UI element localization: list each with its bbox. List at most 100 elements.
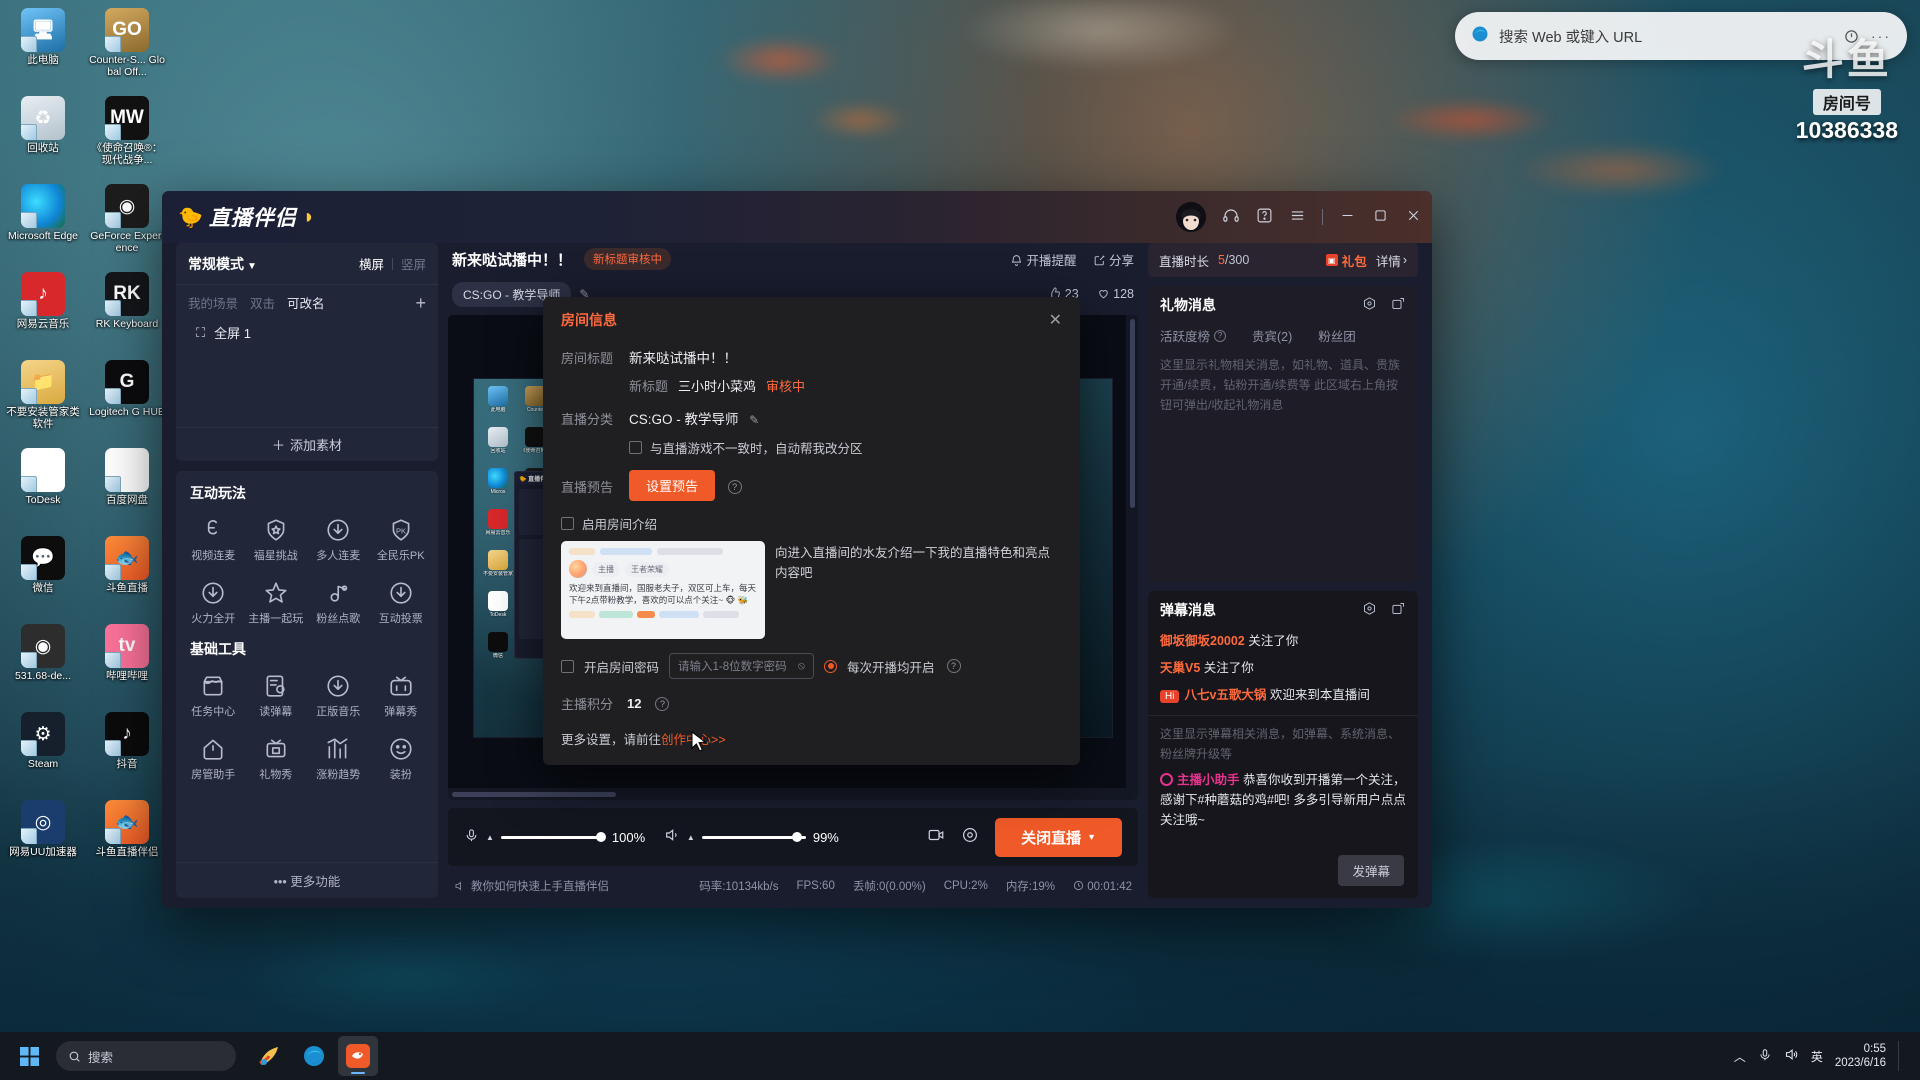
add-scene-icon[interactable]: +	[415, 294, 426, 312]
tool-shield-star[interactable]: 福星挑战	[245, 511, 308, 568]
desktop-icon-logitech-g-hub[interactable]: G Logitech G HUB	[88, 356, 166, 442]
chevron-up-icon[interactable]: ︿	[1734, 1048, 1746, 1065]
desktop-icon-bilibili[interactable]: tv 哔哩哔哩	[88, 620, 166, 706]
more-functions-button[interactable]: ••• 更多功能	[176, 862, 438, 890]
eye-off-icon[interactable]: ⦸	[798, 660, 805, 673]
speaker-volume-slider[interactable]	[701, 832, 806, 842]
orientation-toggle[interactable]: 横屏 竖屏	[359, 254, 426, 273]
tool-smiley[interactable]: 装扮	[370, 730, 433, 787]
mic-volume-slider[interactable]	[500, 832, 606, 842]
gift-pack-button[interactable]: ▣ 礼包	[1325, 251, 1367, 270]
orientation-landscape[interactable]: 横屏	[359, 254, 384, 273]
desktop-icon-this-pc[interactable]: 🖥 此电脑	[4, 4, 82, 90]
start-button[interactable]	[6, 1036, 52, 1076]
preview-hscrollbar[interactable]	[448, 788, 1138, 800]
desktop-icon-folder-no-guard[interactable]: 📁 不要安装管家类软件	[4, 356, 82, 442]
avatar[interactable]	[1176, 202, 1206, 232]
tool-mic-link[interactable]: 视频连麦	[182, 511, 245, 568]
enable-password-checkbox[interactable]	[561, 659, 574, 673]
tool-download-circle[interactable]: 多人连麦	[307, 511, 370, 568]
help-icon[interactable]	[1256, 207, 1273, 227]
tool-shop[interactable]: 任务中心	[182, 667, 245, 724]
detail-link[interactable]: 详情 ›	[1376, 251, 1407, 270]
target-icon[interactable]	[1362, 601, 1377, 619]
desktop-icon-recycle-bin[interactable]: ♻ 回收站	[4, 92, 82, 178]
desktop-icon-microsoft-edge[interactable]: Microsoft Edge	[4, 180, 82, 266]
desktop-icon-nvidia-driver[interactable]: ◉ 531.68-de...	[4, 620, 82, 706]
volume-icon[interactable]	[1784, 1047, 1799, 1065]
tool-read-danmaku[interactable]: 读弹幕	[245, 667, 308, 724]
taskbar-search[interactable]: 搜索	[56, 1041, 236, 1071]
desktop-icon-netease-music[interactable]: ♪ 网易云音乐	[4, 268, 82, 354]
scene-item-fullscreen[interactable]: ⛶ 全屏 1	[176, 316, 438, 349]
notify-button[interactable]: 开播提醒	[1010, 250, 1077, 269]
tool-download-circle[interactable]: 正版音乐	[307, 667, 370, 724]
popout-icon[interactable]	[1391, 296, 1406, 314]
show-desktop-button[interactable]	[1898, 1041, 1904, 1071]
gift-tab-2[interactable]: 粉丝团	[1318, 326, 1356, 345]
intro-checkbox-row[interactable]: 启用房间介绍	[561, 514, 1062, 533]
taskbar-apps[interactable]	[250, 1036, 378, 1076]
help-icon[interactable]: ?	[946, 659, 961, 673]
microphone-icon[interactable]	[1758, 1048, 1772, 1065]
headset-icon[interactable]	[1222, 207, 1240, 228]
gift-tabs[interactable]: 活跃度榜? 贵宾(2) 粉丝团	[1148, 324, 1418, 355]
titlebar-right[interactable]	[1176, 202, 1422, 232]
microphone-control[interactable]: ▲ 100%	[464, 828, 648, 847]
tool-download-circle[interactable]: 互动投票	[370, 574, 433, 631]
settings-icon[interactable]	[961, 826, 979, 849]
desktop-icon-baidu-netdisk[interactable]: ☁ 百度网盘	[88, 444, 166, 530]
auto-switch-row[interactable]: 与直播游戏不一致时，自动帮我改分区	[629, 438, 1062, 457]
tool-tv[interactable]: 弹幕秀	[370, 667, 433, 724]
minimize-icon[interactable]	[1339, 207, 1356, 227]
stream-header-actions[interactable]: 开播提醒 分享	[1010, 250, 1134, 269]
password-input[interactable]: 请输入1-8位数字密码 ⦸	[669, 653, 815, 679]
tool-pk-shield[interactable]: PK 全民乐PK	[370, 511, 433, 568]
language-indicator[interactable]: 英	[1811, 1048, 1823, 1065]
desktop-icon-todesk[interactable]: ◤ ToDesk	[4, 444, 82, 530]
tool-download-circle[interactable]: 火力全开	[182, 574, 245, 631]
help-icon[interactable]: ?	[1214, 329, 1227, 342]
tool-gift-tv[interactable]: 礼物秀	[245, 730, 308, 787]
microphone-icon[interactable]	[464, 828, 479, 847]
speaker-icon[interactable]	[664, 827, 680, 847]
tool-music-note[interactable]: 粉丝点歌	[307, 574, 370, 631]
taskbar-clock[interactable]: 0:55 2023/6/16	[1835, 1042, 1886, 1070]
preview-vscrollbar[interactable]	[1126, 315, 1138, 788]
mic-chevron-up-icon[interactable]: ▲	[486, 833, 494, 842]
camera-icon[interactable]	[927, 826, 945, 849]
desktop-icon-steam[interactable]: ⚙ Steam	[4, 708, 82, 794]
auto-switch-checkbox[interactable]	[629, 441, 642, 454]
maximize-icon[interactable]	[1372, 207, 1389, 227]
tool-star[interactable]: 主播一起玩	[245, 574, 308, 631]
close-icon[interactable]	[1405, 207, 1422, 227]
speaker-control[interactable]: ▲ 99%	[664, 827, 849, 847]
desktop-icon-rk-keyboard[interactable]: RK RK Keyboard	[88, 268, 166, 354]
stop-stream-button[interactable]: 关闭直播 ▼	[995, 817, 1122, 857]
desktop-icon-douyin[interactable]: ♪ 抖音	[88, 708, 166, 794]
danmaku-panel-actions[interactable]	[1362, 601, 1406, 619]
close-icon[interactable]: ✕	[1049, 310, 1062, 330]
popout-icon[interactable]	[1391, 601, 1406, 619]
desktop-icon-geforce-experience[interactable]: ◉ GeForce Experience	[88, 180, 166, 266]
help-icon[interactable]: ?	[727, 480, 742, 494]
orientation-portrait[interactable]: 竖屏	[401, 254, 426, 273]
set-preset-button[interactable]: 设置预告	[629, 470, 716, 501]
tool-home[interactable]: 房管助手	[182, 730, 245, 787]
help-icon[interactable]: ?	[655, 696, 670, 711]
tool-chart[interactable]: 涨粉趋势	[307, 730, 370, 787]
mode-selector[interactable]: 常规模式 ▼	[188, 254, 257, 274]
always-on-radio[interactable]	[824, 659, 838, 673]
douyu-icon[interactable]	[338, 1036, 378, 1076]
desktop-icon-call-of-duty[interactable]: MW 《使命召唤®：现代战争...	[88, 92, 166, 178]
paint-icon[interactable]	[250, 1036, 290, 1076]
desktop-icon-douyu-live[interactable]: 🐟 斗鱼直播	[88, 532, 166, 618]
menu-icon[interactable]	[1289, 207, 1306, 227]
desktop-icon-netease-uu[interactable]: ◎ 网易UU加速器	[4, 796, 82, 882]
system-tray[interactable]: ︿ 英 0:55 2023/6/16	[1734, 1041, 1914, 1071]
tutorial-link[interactable]: 教你如何快速上手直播伴侣	[454, 878, 609, 894]
edge-icon[interactable]	[294, 1036, 334, 1076]
desktop-icon-wechat[interactable]: 💬 微信	[4, 532, 82, 618]
desktop-icon-csgo[interactable]: GO Counter-S... Global Off...	[88, 4, 166, 90]
add-material-button[interactable]: ＋ 添加素材	[176, 427, 438, 461]
